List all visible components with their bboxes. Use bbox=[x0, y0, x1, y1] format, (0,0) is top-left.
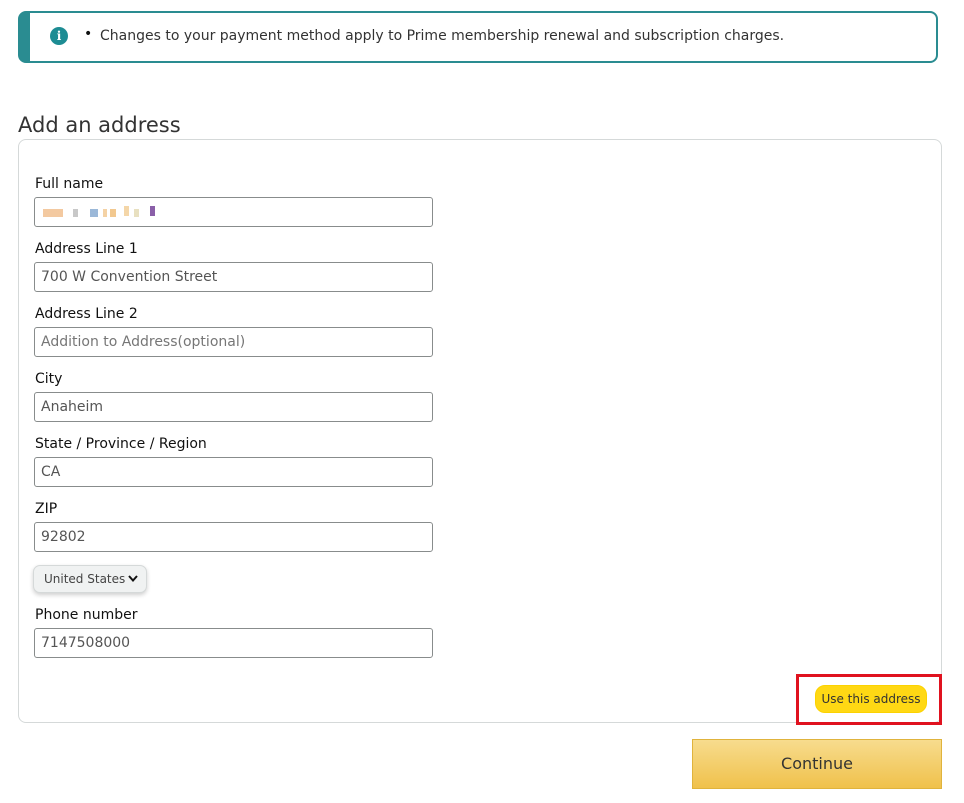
address-form-card: Full name Address Line 1 Address Line 2 … bbox=[18, 139, 942, 723]
zip-field[interactable] bbox=[34, 522, 433, 552]
zip-label: ZIP bbox=[35, 501, 58, 517]
state-field[interactable] bbox=[34, 457, 433, 487]
full-name-label: Full name bbox=[35, 176, 104, 192]
redacted-name bbox=[43, 206, 183, 220]
phone-field[interactable] bbox=[34, 628, 433, 658]
city-field[interactable] bbox=[34, 392, 433, 422]
city-label: City bbox=[35, 371, 63, 387]
state-label: State / Province / Region bbox=[35, 436, 207, 452]
address-line-2-label: Address Line 2 bbox=[35, 306, 138, 322]
country-select[interactable]: United States bbox=[33, 565, 147, 593]
chevron-down-icon bbox=[128, 566, 138, 602]
continue-button[interactable]: Continue bbox=[692, 739, 942, 789]
address-line-2-field[interactable] bbox=[34, 327, 433, 357]
phone-label: Phone number bbox=[35, 607, 138, 623]
info-icon: i bbox=[50, 27, 68, 45]
highlight-box bbox=[796, 674, 942, 725]
address-line-1-field[interactable] bbox=[34, 262, 433, 292]
address-line-1-label: Address Line 1 bbox=[35, 241, 138, 257]
page-title: Add an address bbox=[18, 113, 181, 138]
payment-notice: i • Changes to your payment method apply… bbox=[18, 11, 938, 63]
country-selected-label: United States bbox=[44, 572, 126, 586]
notice-text: Changes to your payment method apply to … bbox=[100, 28, 785, 44]
notice-bullet: • bbox=[84, 26, 93, 42]
